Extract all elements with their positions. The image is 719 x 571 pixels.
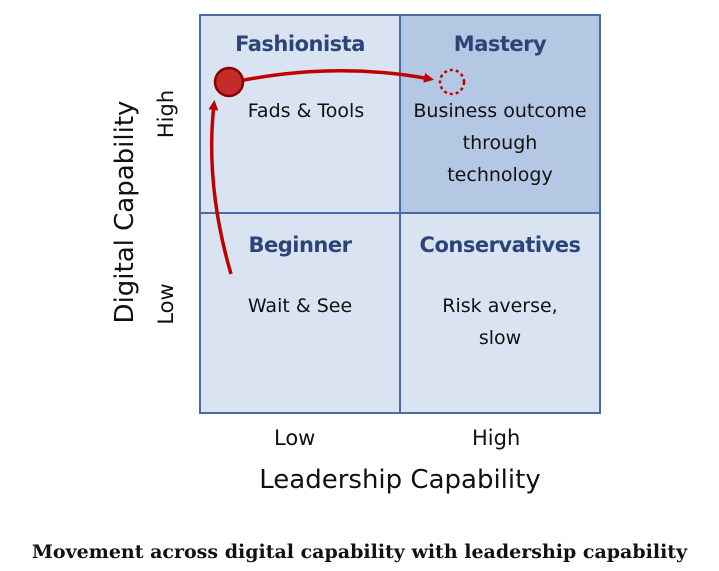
quadrant-conservatives: Conservatives Risk averse, slow <box>399 212 601 414</box>
quadrant-fashionista: Fashionista Fads & Tools <box>199 14 401 214</box>
x-axis-title: Leadership Capability <box>259 465 541 495</box>
y-axis-low-label: Low <box>154 283 178 325</box>
x-axis-low-label: Low <box>274 426 316 450</box>
quadrant-title: Fashionista <box>235 32 365 56</box>
y-axis-title: Digital Capability <box>110 100 140 324</box>
quadrant-title: Mastery <box>453 32 547 56</box>
quadrant-title: Beginner <box>248 233 352 257</box>
figure-caption: Movement across digital capability with … <box>31 541 688 563</box>
y-axis-high-label: High <box>154 89 178 139</box>
quadrant-description: Fads & Tools <box>247 100 365 122</box>
quadrant-mastery: Mastery Business outcome through technol… <box>399 14 601 214</box>
quadrant-description: Business outcome through technology <box>413 100 587 186</box>
quadrant-description: Risk averse, slow <box>442 295 558 349</box>
x-axis-high-label: High <box>472 426 521 450</box>
quadrant-beginner: Beginner Wait & See <box>199 212 401 414</box>
quadrant-title: Conservatives <box>419 233 581 257</box>
capability-matrix-figure: Fashionista Fads & Tools Mastery Busines… <box>0 0 719 571</box>
quadrant-description: Wait & See <box>247 295 353 317</box>
